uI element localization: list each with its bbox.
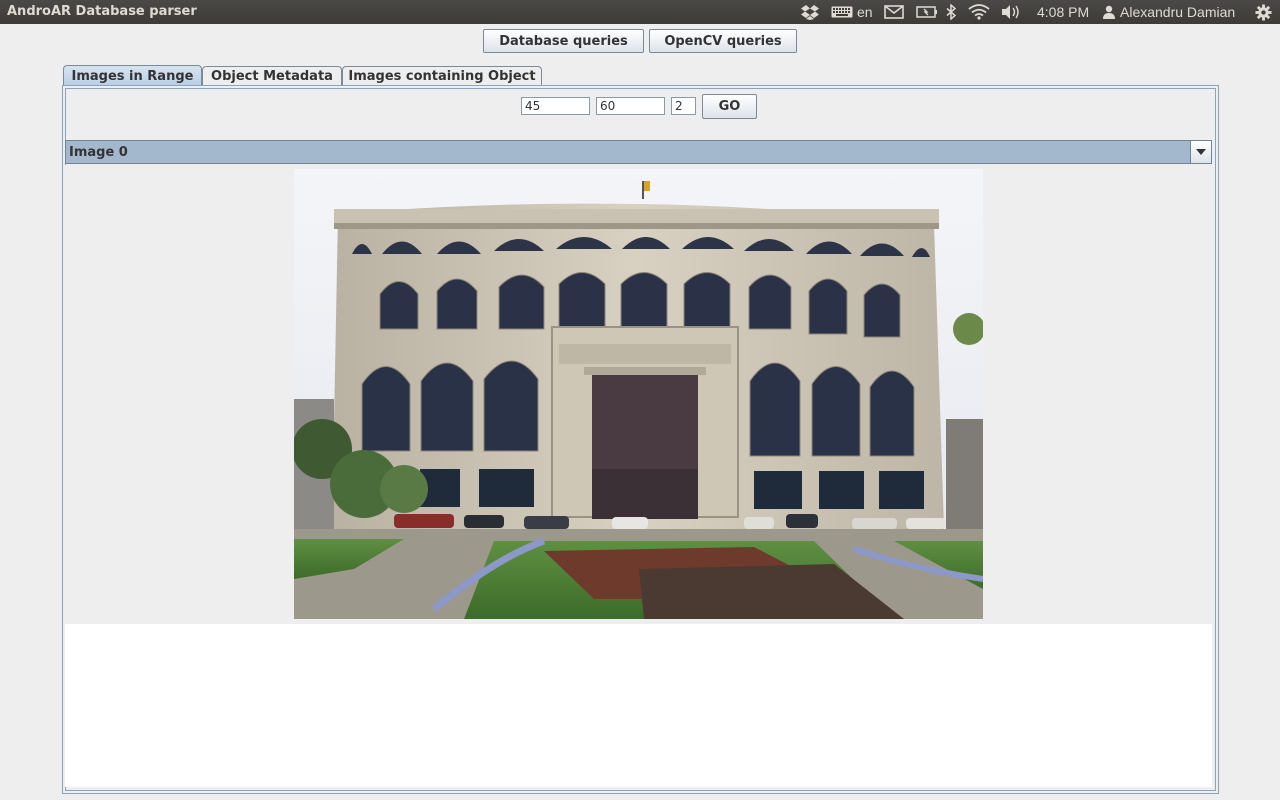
image-selector-dropdown[interactable]: Image 0 [65,140,1212,164]
tab-images-in-range[interactable]: Images in Range [63,65,202,86]
empty-results-area [65,624,1212,787]
database-queries-button[interactable]: Database queries [483,29,644,53]
range-from-input[interactable] [521,97,590,115]
count-input[interactable] [671,97,696,115]
bluetooth-icon[interactable] [946,0,956,24]
gear-icon[interactable] [1255,0,1272,24]
keyboard-icon[interactable] [831,0,853,24]
dropbox-icon[interactable] [801,0,819,24]
user-name[interactable]: Alexandru Damian [1120,0,1235,24]
wifi-icon[interactable] [968,0,990,24]
keyboard-layout-label[interactable]: en [857,0,873,24]
system-top-panel: AndroAR Database parser en 4:08 PM Alexa… [0,0,1280,24]
clock[interactable]: 4:08 PM [1037,0,1089,24]
tab-object-metadata[interactable]: Object Metadata [202,66,342,86]
battery-icon[interactable] [916,0,938,24]
building-photo [294,169,983,619]
go-button[interactable]: GO [702,94,757,119]
image-selector-value: Image 0 [69,145,128,160]
chevron-down-icon[interactable] [1190,141,1211,163]
mail-icon[interactable] [884,0,904,24]
window-title: AndroAR Database parser [7,4,197,19]
volume-icon[interactable] [1001,0,1021,24]
opencv-queries-button[interactable]: OpenCV queries [649,29,797,53]
range-to-input[interactable] [596,97,665,115]
tab-images-containing-object[interactable]: Images containing Object [342,66,542,86]
user-icon[interactable] [1102,0,1116,24]
